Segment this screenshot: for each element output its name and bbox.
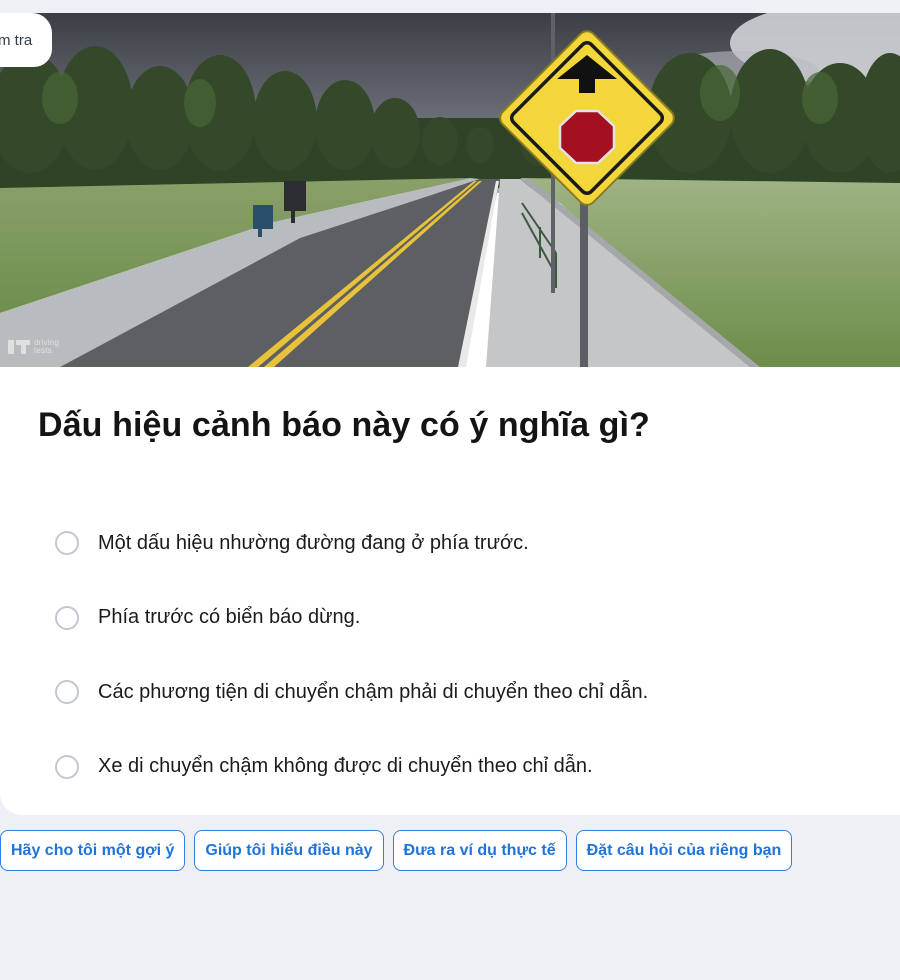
radio-button[interactable] <box>55 754 79 779</box>
real-example-button[interactable]: Đưa ra ví dụ thực tế <box>392 830 567 871</box>
answer-option-1[interactable]: Một dấu hiệu nhường đường đang ở phía tr… <box>55 506 648 581</box>
radio-button[interactable] <box>55 605 79 630</box>
watermark-line2: tests <box>34 346 52 355</box>
tab-chip-label: m tra <box>0 31 33 49</box>
answer-options: Một dấu hiệu nhường đường đang ở phía tr… <box>55 506 648 804</box>
question-image <box>0 13 900 367</box>
radio-button[interactable] <box>55 680 79 705</box>
ask-own-question-button[interactable]: Đặt câu hỏi của riêng bạn <box>575 830 793 871</box>
watermark-logo: driving tests <box>8 338 59 356</box>
hint-button[interactable]: Hãy cho tôi một gợi ý <box>0 830 186 871</box>
question-card: driving tests m tra Dấu hiệu cảnh báo nà… <box>0 13 900 815</box>
answer-option-label: Một dấu hiệu nhường đường đang ở phía tr… <box>98 531 529 554</box>
answer-option-label: Phía trước có biển báo dừng. <box>98 606 361 629</box>
radio-button[interactable] <box>55 531 79 556</box>
answer-option-3[interactable]: Các phương tiện di chuyển chậm phải di c… <box>55 655 648 730</box>
answer-option-4[interactable]: Xe di chuyển chậm không được di chuyển t… <box>55 730 648 805</box>
question-text: Dấu hiệu cảnh báo này có ý nghĩa gì? <box>38 406 650 444</box>
tab-chip[interactable]: m tra <box>0 13 52 67</box>
answer-option-label: Xe di chuyển chậm không được di chuyển t… <box>98 755 593 778</box>
explain-button[interactable]: Giúp tôi hiểu điều này <box>194 830 384 871</box>
drivingtests-logo-icon <box>8 340 30 354</box>
suggestion-chips: Hãy cho tôi một gợi ý Giúp tôi hiểu điều… <box>0 830 793 871</box>
answer-option-label: Các phương tiện di chuyển chậm phải di c… <box>98 680 649 703</box>
answer-option-2[interactable]: Phía trước có biển báo dừng. <box>55 581 648 656</box>
